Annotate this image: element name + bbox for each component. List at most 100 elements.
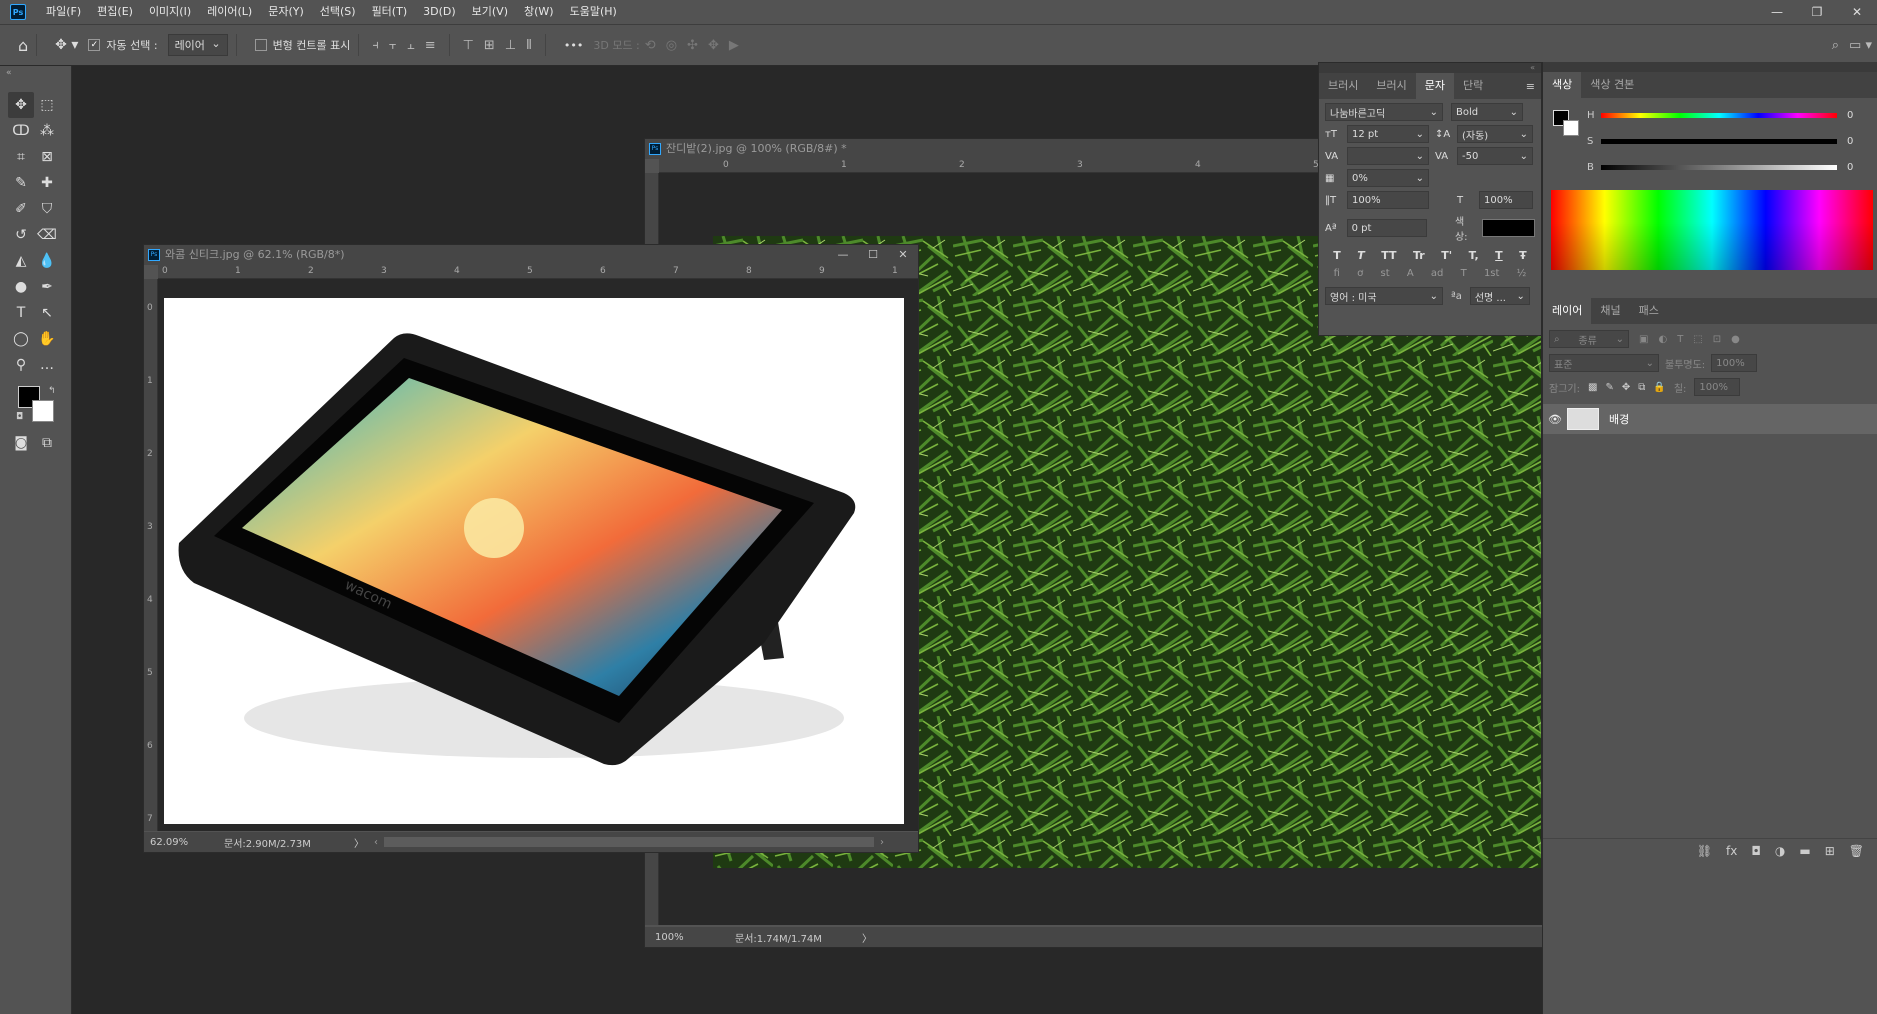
underline-button[interactable]: T xyxy=(1495,249,1503,262)
lock-transparent-icon[interactable]: ▩ xyxy=(1588,382,1597,393)
tab-brush[interactable]: 브러시 xyxy=(1319,73,1367,99)
doc-minimize-button[interactable]: — xyxy=(828,245,858,265)
hand-tool-icon[interactable]: ✋ xyxy=(34,326,60,352)
distribute-icon[interactable]: ≡ xyxy=(425,38,436,53)
paint-bucket-icon[interactable]: ◭ xyxy=(8,248,34,274)
menu-help[interactable]: 도움말(H) xyxy=(562,0,625,24)
3d-roll-icon[interactable]: ◎ xyxy=(666,38,677,53)
faux-italic-button[interactable]: T xyxy=(1357,249,1365,262)
crop-tool-icon[interactable]: ⌗ xyxy=(8,144,34,170)
filter-type-icon[interactable]: T xyxy=(1677,334,1683,345)
filter-smart-object-icon[interactable]: ⊡ xyxy=(1713,334,1721,345)
healing-brush-icon[interactable]: ✚ xyxy=(34,170,60,196)
more-options-button[interactable]: ••• xyxy=(564,39,583,52)
menu-edit[interactable]: 편집(E) xyxy=(89,0,141,24)
doc-close-button[interactable]: ✕ xyxy=(888,245,918,265)
brush-tool-icon[interactable]: ✐ xyxy=(8,196,34,222)
saturation-slider[interactable] xyxy=(1601,139,1837,144)
frame-tool-icon[interactable]: ⊠ xyxy=(34,144,60,170)
fractions-button[interactable]: ½ xyxy=(1517,268,1527,279)
background-color-swatch[interactable] xyxy=(32,400,54,422)
path-select-icon[interactable]: ↖ xyxy=(34,300,60,326)
lock-all-icon[interactable]: 🔒 xyxy=(1653,382,1665,393)
panel-collapse-icon[interactable]: « xyxy=(1319,63,1541,73)
3d-rotate-icon[interactable]: ⟲ xyxy=(645,38,656,53)
superscript-button[interactable]: T' xyxy=(1441,249,1452,262)
ordinals-button[interactable]: 1st xyxy=(1484,268,1500,279)
layer-filter-kind[interactable]: ⌕ 종류 ⌄ xyxy=(1549,330,1629,348)
brightness-slider[interactable] xyxy=(1601,165,1837,170)
menu-image[interactable]: 이미지(I) xyxy=(141,0,199,24)
minimize-button[interactable]: — xyxy=(1757,0,1797,24)
align-right-icon[interactable]: ⫠ xyxy=(407,38,415,53)
restore-button[interactable]: ❐ xyxy=(1797,0,1837,24)
menu-filter[interactable]: 필터(T) xyxy=(364,0,416,24)
small-caps-button[interactable]: Tr xyxy=(1413,249,1425,262)
filter-toggle-icon[interactable]: ● xyxy=(1731,334,1740,345)
horizontal-ruler[interactable]: 0 1 2 3 4 5 6 7 8 9 1 xyxy=(158,265,918,279)
vertical-ruler[interactable]: 0 1 2 3 4 5 6 7 xyxy=(144,279,158,831)
stylistic-alternates-button[interactable]: ad xyxy=(1431,268,1443,279)
tab-brush-settings[interactable]: 브러시 xyxy=(1367,73,1415,99)
align-bottom-icon[interactable]: ⊥ xyxy=(505,38,516,53)
opacity-field[interactable]: 100% xyxy=(1711,354,1758,372)
scroll-right-icon[interactable]: › xyxy=(880,837,884,848)
menu-3d[interactable]: 3D(D) xyxy=(415,0,464,24)
blend-mode-dropdown[interactable]: 표준 ⌄ xyxy=(1549,354,1659,372)
auto-select-checkbox[interactable]: ✓ 자동 선택 : xyxy=(88,37,158,53)
history-brush-icon[interactable]: ↺ xyxy=(8,222,34,248)
pen-tool-icon[interactable]: ✒ xyxy=(34,274,60,300)
tab-character[interactable]: 문자 xyxy=(1415,73,1454,99)
move-tool-icon[interactable]: ✥ xyxy=(8,92,34,118)
3d-camera-icon[interactable]: ▶ xyxy=(729,38,739,53)
delete-layer-icon[interactable]: 🗑 xyxy=(1849,844,1864,858)
menu-select[interactable]: 선택(S) xyxy=(312,0,364,24)
tracking-field[interactable]: -50 ⌄ xyxy=(1457,147,1533,165)
lasso-tool-icon[interactable]: ↀ xyxy=(8,118,34,144)
saturation-value[interactable]: 0 xyxy=(1847,136,1853,147)
marquee-tool-icon[interactable]: ⬚ xyxy=(34,92,60,118)
zoom-level[interactable]: 62.09% xyxy=(144,837,224,848)
tsume-field[interactable]: 0% ⌄ xyxy=(1347,169,1429,187)
magic-wand-icon[interactable]: ⁂ xyxy=(34,118,60,144)
3d-pan-icon[interactable]: ✣ xyxy=(687,38,698,53)
stamp-tool-icon[interactable]: ⛉ xyxy=(34,196,60,222)
transform-controls-checkbox[interactable]: 변형 컨트롤 표시 xyxy=(254,37,350,53)
workspace-icon[interactable]: ▭ ▾ xyxy=(1849,38,1872,53)
panel-menu-icon[interactable]: ≡ xyxy=(1526,80,1541,93)
layer-row[interactable]: 👁 배경 xyxy=(1543,404,1877,434)
tab-layers[interactable]: 레이어 xyxy=(1543,298,1592,324)
font-family-dropdown[interactable]: 나눔바른고딕 ⌄ xyxy=(1325,103,1443,121)
lock-image-icon[interactable]: ✎ xyxy=(1605,382,1613,393)
align-left-icon[interactable]: ⫞ xyxy=(372,38,379,53)
all-caps-button[interactable]: TT xyxy=(1381,249,1396,262)
auto-select-dropdown[interactable]: 레이어 ⌄ xyxy=(167,34,228,56)
quick-mask-icon[interactable]: ◙ xyxy=(8,430,34,456)
move-tool-icon[interactable]: ✥ ▾ xyxy=(55,37,78,53)
subscript-button[interactable]: T, xyxy=(1469,249,1479,262)
filter-shape-icon[interactable]: ⬚ xyxy=(1693,334,1702,345)
filter-adjustment-icon[interactable]: ◐ xyxy=(1658,334,1667,345)
horizontal-scrollbar[interactable] xyxy=(384,837,874,847)
swap-colors-icon[interactable]: ↰ xyxy=(48,386,56,396)
text-color-swatch[interactable] xyxy=(1482,219,1535,237)
menu-view[interactable]: 보기(V) xyxy=(464,0,516,24)
kerning-field[interactable]: ⌄ xyxy=(1347,147,1429,165)
contextual-alternates-button[interactable]: st xyxy=(1380,268,1389,279)
eraser-tool-icon[interactable]: ⌫ xyxy=(34,222,60,248)
filter-pixel-icon[interactable]: ▣ xyxy=(1639,334,1648,345)
dodge-tool-icon[interactable]: ● xyxy=(8,274,34,300)
tab-paths[interactable]: 패스 xyxy=(1630,298,1668,324)
font-size-field[interactable]: 12 pt ⌄ xyxy=(1347,125,1429,143)
ellipse-tool-icon[interactable]: ◯ xyxy=(8,326,34,352)
tab-channels[interactable]: 채널 xyxy=(1591,298,1629,324)
layer-style-icon[interactable]: fx xyxy=(1726,844,1737,858)
visibility-eye-icon[interactable]: 👁 xyxy=(1543,413,1567,426)
eyedropper-icon[interactable]: ✎ xyxy=(8,170,34,196)
type-tool-icon[interactable]: T xyxy=(8,300,34,326)
status-arrow-icon[interactable]: 〉 xyxy=(862,930,872,945)
link-layers-icon[interactable]: ⛓ xyxy=(1697,844,1712,858)
strikethrough-button[interactable]: Ŧ xyxy=(1519,249,1527,262)
search-icon[interactable]: ⌕ xyxy=(1832,38,1839,53)
zoom-level[interactable]: 100% xyxy=(645,932,725,943)
